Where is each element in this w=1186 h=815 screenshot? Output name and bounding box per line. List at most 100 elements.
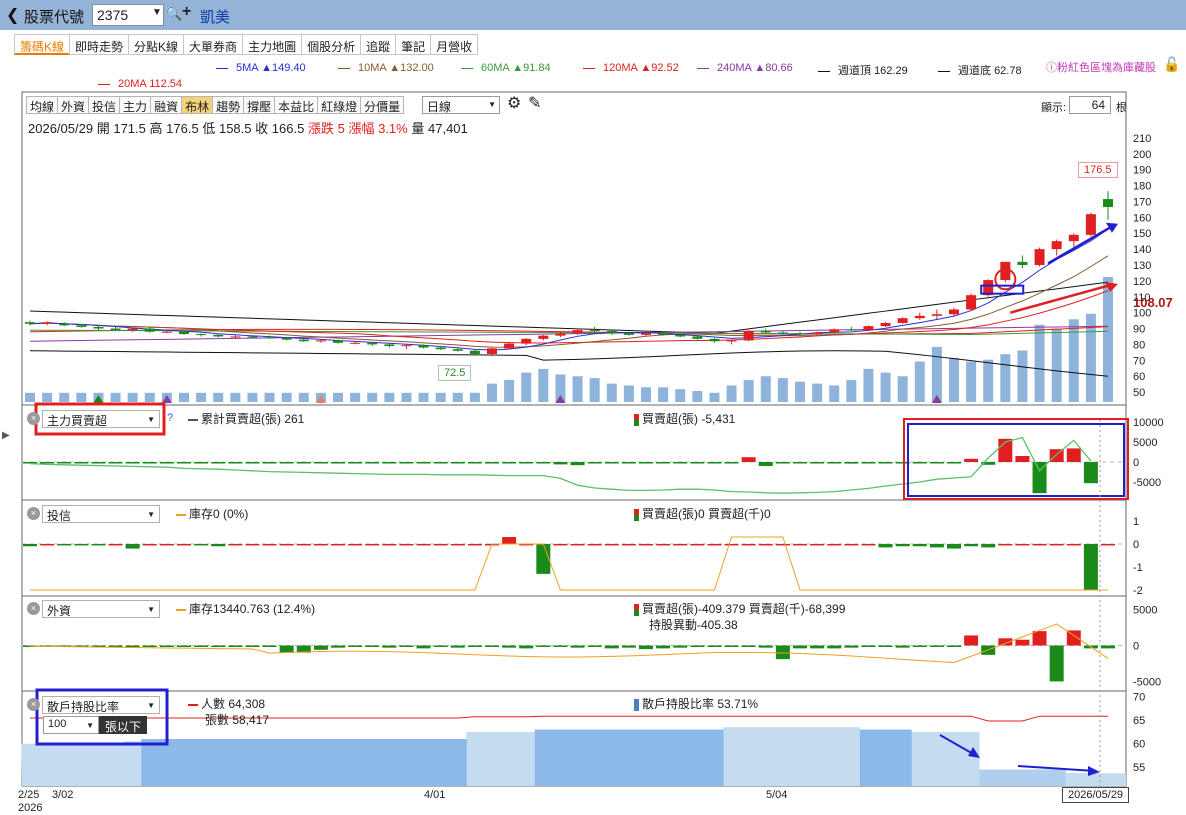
volume-bar	[983, 359, 994, 402]
bs-bar	[587, 645, 602, 647]
bs-bar	[844, 645, 859, 648]
bs-bar	[775, 543, 790, 546]
threshold-select[interactable]: 100 ▼	[43, 716, 99, 734]
bs-bar	[23, 543, 37, 547]
chart-area[interactable]: 2102001901801701601501401301201101009080…	[0, 0, 1186, 815]
bs-bar	[587, 462, 602, 464]
retail-block	[226, 739, 245, 786]
close-icon[interactable]: ×	[27, 698, 40, 711]
bs-bar	[467, 645, 482, 647]
bs-bar	[194, 645, 209, 647]
bs-bar	[741, 645, 756, 647]
bs-bar	[810, 645, 825, 649]
retail-block	[1048, 769, 1066, 786]
volume-bar	[1000, 354, 1011, 402]
bs-bar	[793, 645, 807, 649]
shares-label: 張數 58,417	[205, 713, 270, 727]
volume-bar	[298, 392, 309, 402]
bs-bar	[758, 462, 773, 466]
bs-bar	[57, 543, 72, 546]
panel3-select[interactable]: 外資 ▼	[42, 600, 160, 618]
bs-bar	[40, 543, 55, 546]
close-icon[interactable]: ×	[27, 507, 40, 520]
y-tick: -5000	[1133, 676, 1161, 688]
y-tick: 5000	[1133, 437, 1157, 449]
foreign-bs-label: 買賣超(張)-409.379 買賣超(千)-68,399	[634, 600, 845, 617]
bs-bar	[416, 543, 431, 546]
bs-bar	[365, 645, 380, 647]
y-tick: 0	[1133, 457, 1139, 469]
retail-block	[620, 729, 638, 786]
y-tick: -2	[1133, 585, 1143, 597]
y-tick: 10000	[1133, 417, 1164, 429]
close-icon[interactable]: ×	[27, 602, 40, 615]
bs-bar	[416, 462, 431, 464]
retail-block	[346, 739, 365, 786]
volume-bar	[213, 392, 224, 402]
bs-bar	[656, 645, 671, 649]
bs-bar	[553, 462, 568, 465]
bs-bar	[177, 462, 191, 464]
bs-bar	[553, 645, 568, 647]
bs-bar	[1049, 645, 1064, 682]
panel4-select[interactable]: 散戶持股比率 ▼	[42, 696, 160, 714]
bs-bar	[570, 645, 585, 648]
help-icon[interactable]: ?	[167, 412, 173, 424]
volume-bar	[863, 368, 874, 402]
panel1-select[interactable]: 主力買賣超 ▼	[42, 410, 160, 428]
candle	[76, 325, 87, 327]
y-tick: 60	[1133, 739, 1145, 751]
bs-bar	[724, 462, 739, 464]
retail-ratio-label: 散戶持股比率 53.71%	[634, 695, 758, 712]
bs-bar	[142, 543, 157, 546]
volume-bar	[367, 392, 378, 402]
volume-bar	[675, 389, 686, 402]
retail-block	[278, 739, 296, 786]
close-icon[interactable]: ×	[27, 412, 40, 425]
candle	[401, 345, 412, 347]
candle	[589, 330, 600, 332]
bs-bar	[296, 462, 311, 464]
retail-block	[295, 739, 313, 786]
retail-block	[705, 729, 724, 786]
bs-bar	[639, 645, 653, 650]
volume-bar	[230, 392, 241, 402]
bs-bar	[1032, 631, 1047, 646]
chart-frame	[21, 91, 1127, 787]
bs-bar	[861, 543, 876, 546]
retail-block	[637, 729, 656, 786]
retail-block	[397, 739, 416, 786]
date-start: 2/25	[18, 789, 40, 801]
bs-bar	[1101, 645, 1115, 649]
bs-bar	[912, 645, 927, 647]
chevron-down-icon: ▼	[86, 721, 94, 730]
people-line	[30, 715, 1108, 722]
y-tick: 55	[1133, 762, 1145, 774]
y-tick: 50	[1133, 387, 1145, 399]
candle	[555, 333, 566, 336]
volume-bar	[949, 357, 959, 402]
bs-bar	[57, 462, 72, 464]
bs-bar	[536, 462, 551, 464]
bs-bar	[519, 645, 534, 649]
panel2-select[interactable]: 投信 ▼	[42, 505, 160, 523]
bs-bar	[399, 645, 414, 647]
bs-bar	[861, 462, 876, 464]
bs-bar	[416, 645, 431, 649]
cum-label: 累計買賣超(張) 261	[188, 410, 304, 427]
expand-icon[interactable]: ▶	[2, 430, 10, 441]
volume-bar	[144, 392, 155, 402]
bs-bar	[1066, 543, 1081, 546]
volume-bar	[247, 392, 258, 402]
bs-bar	[656, 543, 671, 546]
bs-bar	[827, 462, 842, 464]
bs-bar	[964, 635, 979, 646]
bs-bar	[279, 462, 294, 464]
bs-bar	[228, 645, 243, 647]
bs-bar	[604, 543, 619, 546]
candle	[110, 328, 121, 331]
bs-bar	[108, 462, 123, 464]
candle	[247, 336, 258, 338]
bs-bar	[399, 462, 414, 464]
retail-block	[329, 739, 348, 786]
